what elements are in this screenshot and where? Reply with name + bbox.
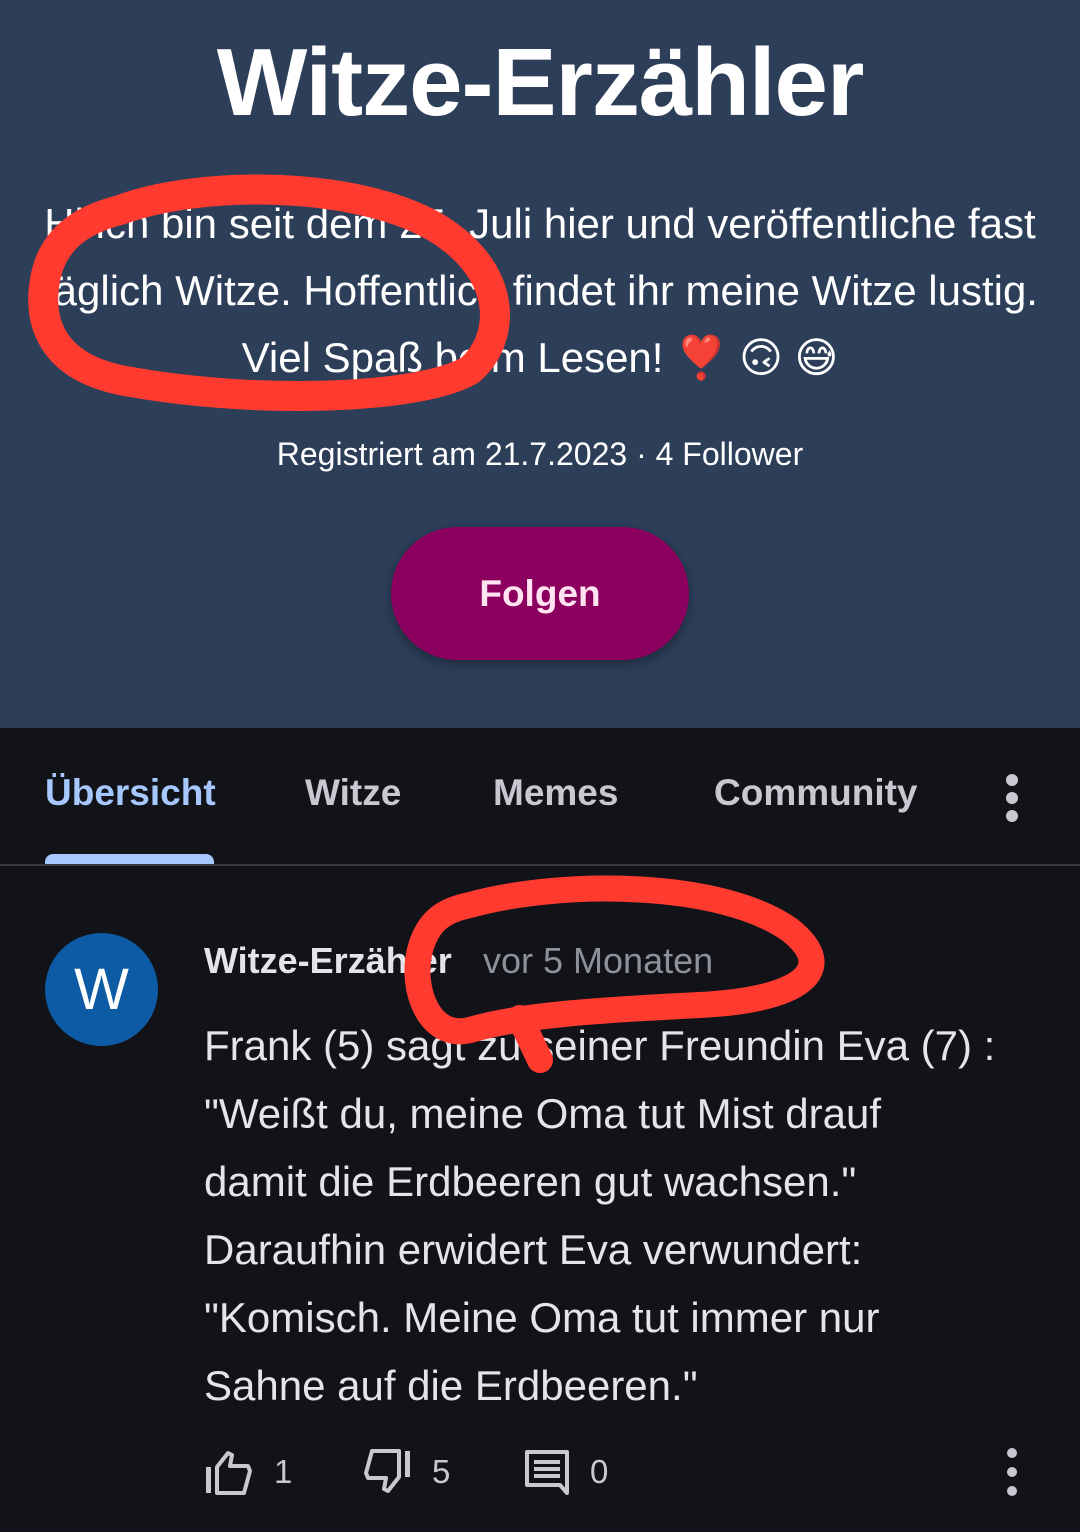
- profile-bio: Hi ich bin seit dem 25. Juli hier und ve…: [42, 200, 1038, 381]
- thumbs-up-icon: [206, 1451, 252, 1495]
- comment-icon: [525, 1450, 569, 1495]
- dot: [1006, 810, 1018, 822]
- profile-title: Witze-Erzähler: [216, 29, 865, 136]
- post-actions: 1 5 0: [0, 1440, 1080, 1510]
- avatar[interactable]: W: [45, 933, 158, 1046]
- more-vertical-icon[interactable]: [992, 768, 1032, 828]
- post-text: Frank (5) sagt zu seiner Freundin Eva (7…: [204, 1022, 996, 1409]
- like-button[interactable]: 1: [204, 1440, 292, 1504]
- dot: [1006, 792, 1018, 804]
- profile-meta: Registriert am 21.7.2023 · 4 Follower: [276, 436, 804, 472]
- dot: [1007, 1467, 1017, 1477]
- profile-header: Witze-Erzähler Hi ich bin seit dem 25. J…: [0, 0, 1080, 728]
- tab-bar: Übersicht Witze Memes Community: [0, 728, 1080, 864]
- post-time: vor 5 Monaten: [483, 940, 714, 981]
- tab-memes[interactable]: Memes: [493, 772, 618, 814]
- thumbs-down-icon: [364, 1449, 410, 1493]
- active-tab-indicator: [45, 854, 214, 864]
- dot: [1006, 774, 1018, 786]
- tab-overview[interactable]: Übersicht: [45, 772, 216, 814]
- tab-jokes[interactable]: Witze: [305, 772, 401, 814]
- comment-count: 0: [590, 1453, 609, 1490]
- dislike-count: 5: [432, 1453, 451, 1490]
- like-count: 1: [274, 1453, 293, 1490]
- dot: [1007, 1486, 1017, 1496]
- divider: [0, 864, 1080, 866]
- comment-button[interactable]: 0: [524, 1440, 608, 1504]
- more-vertical-icon[interactable]: [992, 1448, 1032, 1496]
- dot: [1007, 1448, 1017, 1458]
- follow-button[interactable]: Folgen: [391, 527, 689, 660]
- tab-community[interactable]: Community: [714, 772, 918, 814]
- dislike-button[interactable]: 5: [362, 1440, 450, 1504]
- post-author[interactable]: Witze-Erzähler: [204, 940, 452, 982]
